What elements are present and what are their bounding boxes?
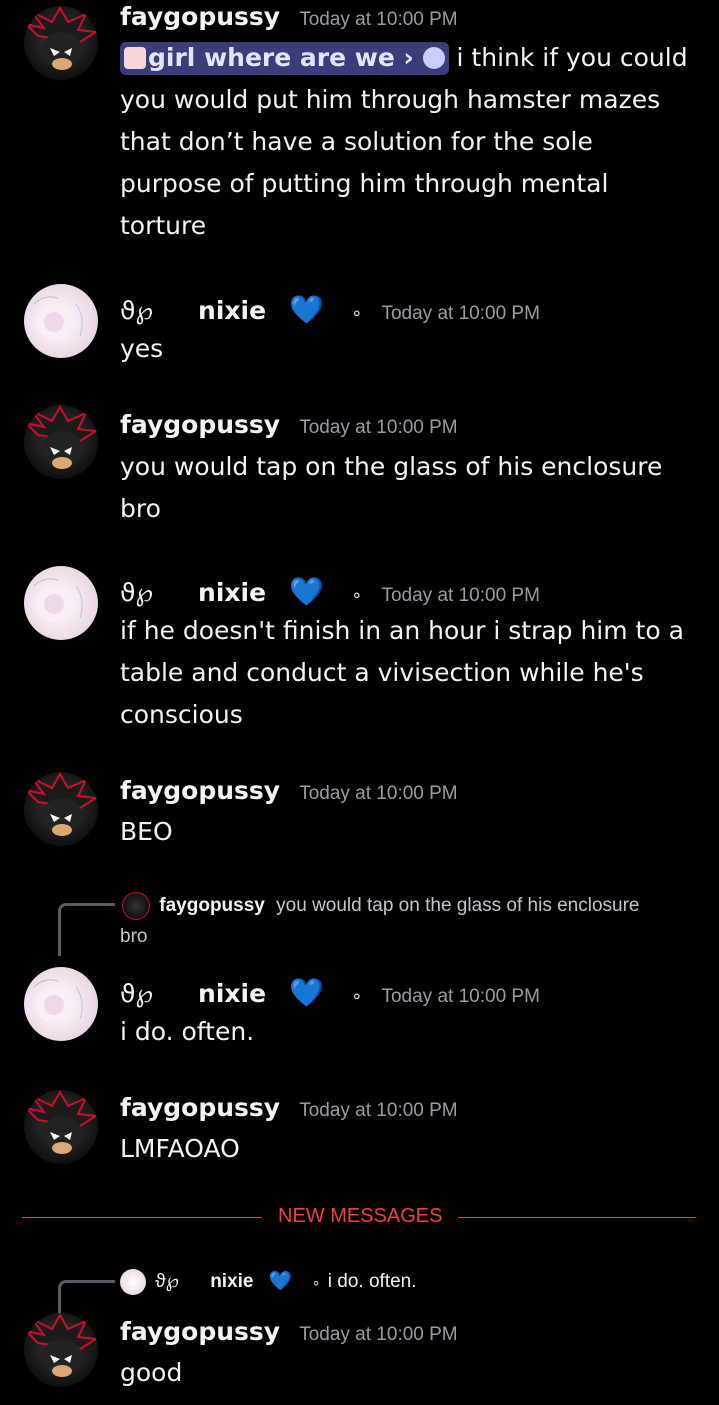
reply-text: i do. often. <box>327 1271 417 1292</box>
reply-name-prefix: ϑ℘ <box>155 1271 179 1292</box>
channel-pill-label: girl where are we <box>148 43 395 72</box>
user-avatar[interactable] <box>24 405 98 479</box>
chevron-right-icon: › <box>403 43 414 72</box>
blue-heart-icon: 💙 <box>268 1271 293 1292</box>
reply-text-wrap: bro <box>120 926 148 947</box>
reply-preview[interactable]: faygopussy you would tap on the glass of… <box>120 890 702 952</box>
message-text: yes <box>120 334 164 363</box>
blue-heart-icon: 💙 <box>289 293 325 326</box>
chat-bubble-icon <box>422 47 445 69</box>
username[interactable]: nixie <box>198 979 266 1008</box>
reply-text: you would tap on the glass of his enclos… <box>276 895 640 916</box>
new-messages-divider-left <box>22 1217 262 1218</box>
user-avatar[interactable] <box>24 1090 98 1164</box>
reply-avatar <box>122 891 150 920</box>
nixie-avatar-icon <box>33 578 83 622</box>
name-prefix: ϑ℘ <box>120 296 153 325</box>
shadow-avatar-icon <box>24 772 98 836</box>
new-messages-divider-right <box>458 1217 696 1218</box>
shadow-avatar-icon <box>24 405 98 469</box>
user-avatar[interactable] <box>24 1313 98 1387</box>
blue-heart-icon: 💙 <box>289 976 325 1009</box>
timestamp: Today at 10:00 PM <box>381 986 540 1007</box>
shadow-avatar-icon <box>24 6 98 70</box>
reply-username[interactable]: faygopussy <box>159 895 265 916</box>
username[interactable]: nixie <box>198 578 266 607</box>
message-text: BEO <box>120 817 173 846</box>
message-text: if he doesn't finish in an hour i strap … <box>120 616 684 729</box>
timestamp: Today at 10:00 PM <box>381 585 540 606</box>
reply-avatar <box>120 1268 146 1295</box>
shadow-avatar-icon <box>24 1090 98 1154</box>
user-avatar[interactable] <box>24 967 98 1041</box>
timestamp: Today at 10:00 PM <box>299 417 458 438</box>
username[interactable]: faygopussy <box>120 2 280 31</box>
dot-icon: ∘ <box>311 1274 321 1290</box>
dot-icon: ∘ <box>351 986 363 1007</box>
channel-pill[interactable]: girl where are we › <box>120 42 449 75</box>
message-text: i do. often. <box>120 1017 255 1046</box>
nixie-avatar-icon <box>33 296 83 340</box>
timestamp: Today at 10:00 PM <box>299 1324 458 1345</box>
name-prefix: ϑ℘ <box>120 979 153 1008</box>
pill-avatar-icon <box>124 47 146 69</box>
message-text: you would tap on the glass of his enclos… <box>120 452 663 523</box>
dot-icon: ∘ <box>351 303 363 324</box>
message-body: girl where are we › i think if you could… <box>120 37 700 247</box>
reply-username[interactable]: nixie <box>210 1271 253 1292</box>
timestamp: Today at 10:00 PM <box>381 303 540 324</box>
username[interactable]: faygopussy <box>120 410 280 439</box>
user-avatar[interactable] <box>24 566 98 640</box>
dot-icon: ∘ <box>351 585 363 606</box>
blue-heart-icon: 💙 <box>289 575 325 608</box>
user-avatar[interactable] <box>24 6 98 80</box>
username[interactable]: faygopussy <box>120 1317 280 1346</box>
message-text: good <box>120 1358 183 1387</box>
new-messages-divider-label: NEW MESSAGES <box>278 1205 443 1227</box>
name-prefix: ϑ℘ <box>120 578 153 607</box>
user-avatar[interactable] <box>24 772 98 846</box>
timestamp: Today at 10:00 PM <box>299 9 458 30</box>
timestamp: Today at 10:00 PM <box>299 783 458 804</box>
reply-preview[interactable]: ϑ℘ nixie 💙 ∘ i do. often. <box>120 1266 710 1298</box>
username[interactable]: nixie <box>198 296 266 325</box>
username[interactable]: faygopussy <box>120 776 280 805</box>
reply-connector <box>58 903 115 956</box>
timestamp: Today at 10:00 PM <box>299 1100 458 1121</box>
shadow-avatar-icon <box>24 1313 98 1377</box>
username[interactable]: faygopussy <box>120 1093 280 1122</box>
nixie-avatar-icon <box>33 979 83 1023</box>
user-avatar[interactable] <box>24 284 98 358</box>
message-text: LMFAOAO <box>120 1134 240 1163</box>
